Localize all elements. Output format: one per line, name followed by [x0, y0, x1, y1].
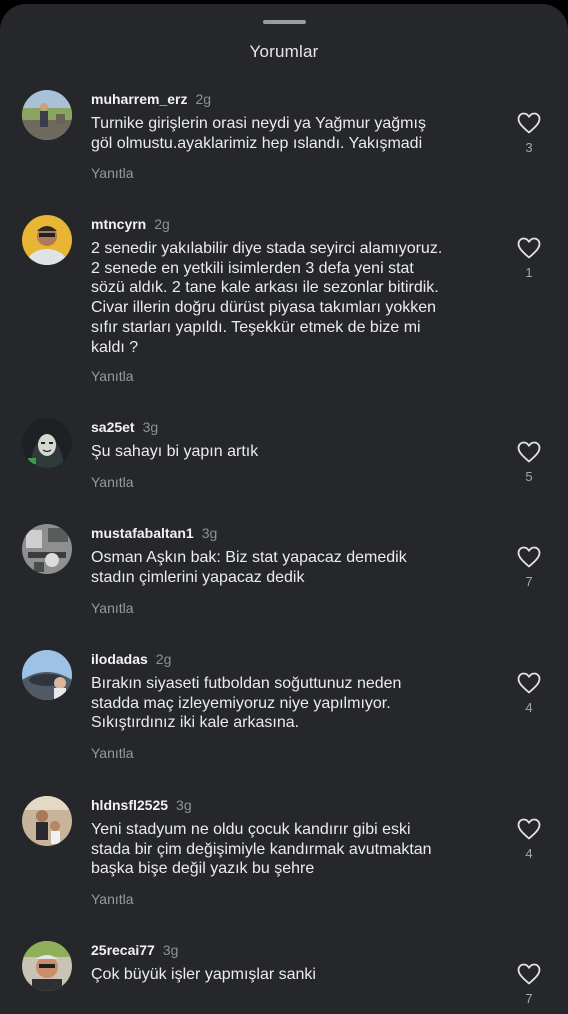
like-count: 3 [525, 140, 533, 155]
comment-username[interactable]: sa25et [91, 419, 135, 435]
like-button[interactable]: 4 [514, 672, 544, 715]
like-button[interactable]: 1 [514, 237, 544, 280]
comment-text: 2 senedir yakılabilir diye stada seyirci… [91, 240, 443, 356]
avatar[interactable] [22, 796, 72, 846]
drag-handle[interactable] [263, 20, 306, 24]
avatar[interactable] [22, 650, 72, 700]
comment-text: Şu sahayı bi yapın artık [91, 443, 259, 460]
heart-outline-icon [517, 818, 541, 840]
like-count: 7 [525, 991, 533, 1006]
like-count: 7 [525, 574, 533, 589]
reply-button[interactable]: Yanıtla [91, 368, 134, 384]
comment-username[interactable]: ilodadas [91, 651, 148, 667]
comment-username[interactable]: muharrem_erz [91, 91, 188, 107]
heart-outline-icon [517, 963, 541, 985]
reply-button[interactable]: Yanıtla [91, 165, 134, 181]
reply-button[interactable]: Yanıtla [91, 745, 134, 761]
comment-time: 2g [154, 216, 170, 232]
like-button[interactable]: 7 [514, 546, 544, 589]
comment-time: 2g [195, 91, 212, 107]
avatar[interactable] [22, 418, 72, 468]
reply-button[interactable]: Yanıtla [91, 891, 134, 907]
comment-text: Bırakın siyaseti futboldan soğuttunuz ne… [91, 675, 402, 732]
like-count: 5 [525, 469, 533, 484]
heart-outline-icon [517, 441, 541, 463]
like-count: 4 [525, 700, 533, 715]
heart-outline-icon [517, 672, 541, 694]
like-button[interactable]: 5 [514, 441, 544, 484]
like-count: 4 [525, 846, 533, 861]
avatar[interactable] [22, 215, 72, 265]
avatar[interactable] [22, 90, 72, 140]
comment-username[interactable]: mtncyrn [91, 216, 146, 232]
comment-time: 3g [162, 942, 179, 958]
comment-text: Turnike girişlerin orasi neydi ya Yağmur… [91, 115, 426, 152]
comments-sheet: Yorumlar muharrem_erz 2g Turnike girişler… [0, 4, 568, 1014]
comment-time: 3g [176, 797, 192, 813]
comment-text: Çok büyük işler yapmışlar sanki [91, 966, 316, 983]
reply-button[interactable]: Yanıtla [91, 474, 134, 490]
comment-username[interactable]: hldnsfl2525 [91, 797, 168, 813]
comment-time: 2g [155, 651, 172, 667]
heart-outline-icon [517, 546, 541, 568]
comment-username[interactable]: 25recai77 [91, 942, 155, 958]
avatar[interactable] [22, 524, 72, 574]
comment-time: 3g [142, 419, 159, 435]
heart-outline-icon [517, 112, 541, 134]
avatar[interactable] [22, 941, 72, 991]
comment-text: Yeni stadyum ne oldu çocuk kandırır gibi… [91, 821, 432, 878]
like-button[interactable]: 4 [514, 818, 544, 861]
heart-outline-icon [517, 237, 541, 259]
reply-button[interactable]: Yanıtla [91, 600, 134, 616]
comment-time: 3g [201, 525, 218, 541]
comment-username[interactable]: mustafabaltan1 [91, 525, 194, 541]
sheet-title: Yorumlar [249, 42, 319, 61]
like-count: 1 [525, 265, 533, 280]
like-button[interactable]: 3 [514, 112, 544, 155]
comment-text: Osman Aşkın bak: Biz stat yapacaz demedi… [91, 549, 407, 586]
